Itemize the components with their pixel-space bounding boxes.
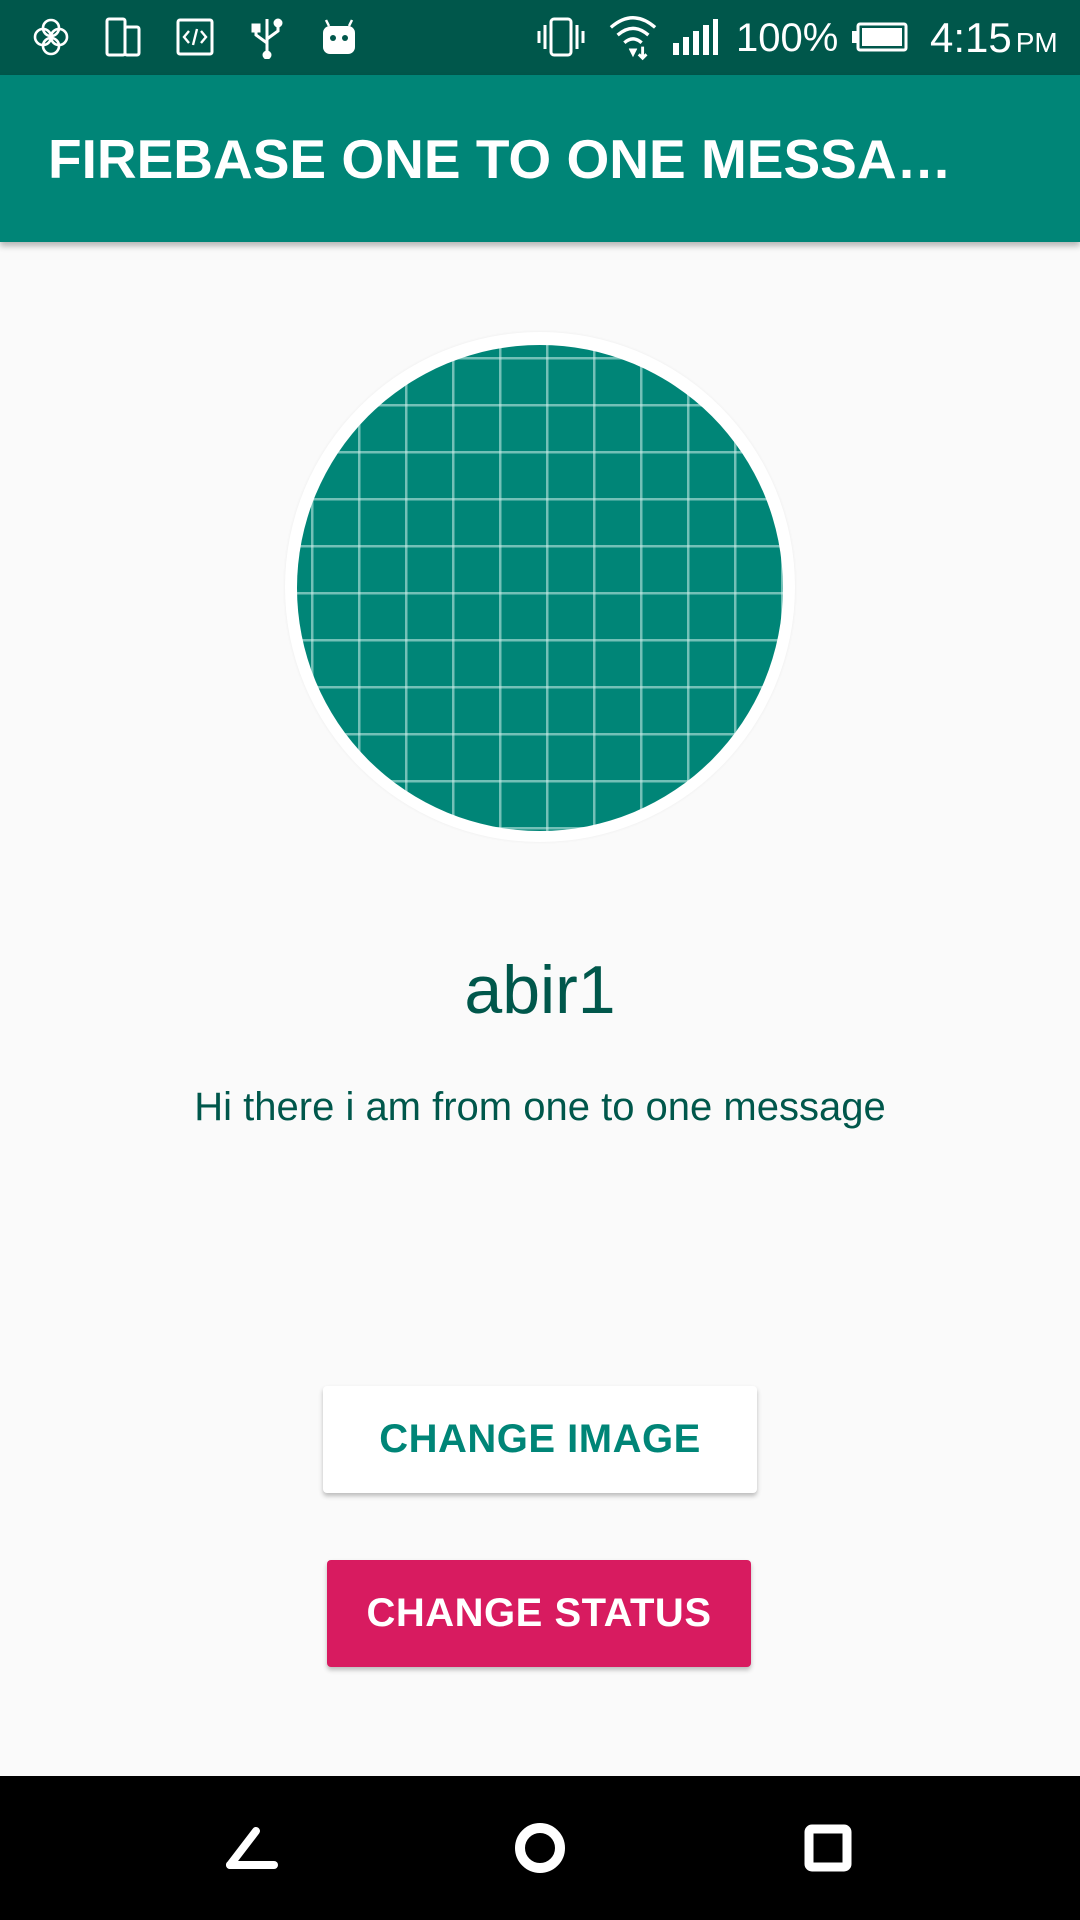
hexagons-icon: [26, 12, 76, 62]
app-bar: FIREBASE ONE TO ONE MESSAGING: [0, 75, 1080, 242]
usb-icon: [242, 12, 292, 62]
wifi-icon: [608, 12, 658, 62]
android-icon: [314, 12, 364, 62]
home-icon[interactable]: [490, 1798, 590, 1898]
code-icon: [170, 12, 220, 62]
change-status-button[interactable]: CHANGE STATUS: [327, 1560, 751, 1667]
status-bar: 100% 4:15 PM: [0, 0, 1080, 75]
profile-screen: 100% 4:15 PM FIREBASE ONE TO ONE MESSAGIN…: [0, 0, 1080, 1920]
app-title: FIREBASE ONE TO ONE MESSAGING: [48, 128, 988, 190]
signal-icon: [670, 12, 720, 62]
devices-icon: [98, 12, 148, 62]
battery-icon: [852, 12, 908, 62]
change-image-button[interactable]: CHANGE IMAGE: [323, 1386, 757, 1493]
clock-ampm: PM: [1015, 27, 1058, 58]
clock: 4:15 PM: [930, 12, 1058, 69]
recents-icon[interactable]: [778, 1798, 878, 1898]
clock-time: 4:15: [930, 14, 1012, 61]
back-icon[interactable]: [202, 1798, 302, 1898]
profile-username: abir1: [464, 952, 616, 1028]
vibrate-icon: [536, 12, 586, 62]
profile-avatar[interactable]: [297, 345, 783, 831]
profile-status: Hi there i am from one to one message: [194, 1085, 886, 1129]
navigation-bar: [0, 1776, 1080, 1920]
battery-percent: 100%: [736, 16, 839, 60]
